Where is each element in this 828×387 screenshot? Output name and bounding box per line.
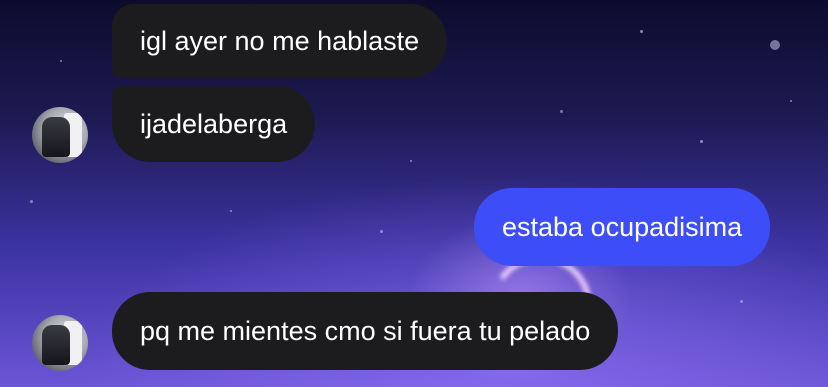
message-text: ijadelaberga [140, 108, 288, 139]
star-decoration [410, 160, 412, 162]
star-decoration [560, 110, 563, 113]
avatar-photo-figure [42, 325, 70, 365]
chat-thread: igl ayer no me hablaste ijadelaberga est… [0, 0, 828, 387]
incoming-message-bubble[interactable]: igl ayer no me hablaste [112, 4, 448, 78]
star-decoration [640, 30, 643, 33]
message-text: pq me mientes cmo si fuera tu pelado [140, 315, 591, 346]
star-decoration [790, 100, 792, 102]
star-decoration [380, 230, 383, 233]
incoming-message-bubble[interactable]: pq me mientes cmo si fuera tu pelado [112, 292, 619, 370]
contact-avatar-icon[interactable] [32, 107, 88, 163]
message-text: estaba ocupadisima [502, 211, 743, 242]
incoming-message-bubble[interactable]: ijadelaberga [112, 86, 316, 162]
avatar-photo-figure [42, 117, 70, 157]
outgoing-message-bubble[interactable]: estaba ocupadisima [474, 188, 771, 266]
star-decoration [700, 140, 703, 143]
star-decoration [30, 200, 33, 203]
star-decoration [770, 40, 780, 50]
contact-avatar-icon[interactable] [32, 315, 88, 371]
star-decoration [230, 210, 232, 212]
message-text: igl ayer no me hablaste [140, 25, 420, 56]
star-decoration [740, 300, 743, 303]
star-decoration [60, 60, 62, 62]
